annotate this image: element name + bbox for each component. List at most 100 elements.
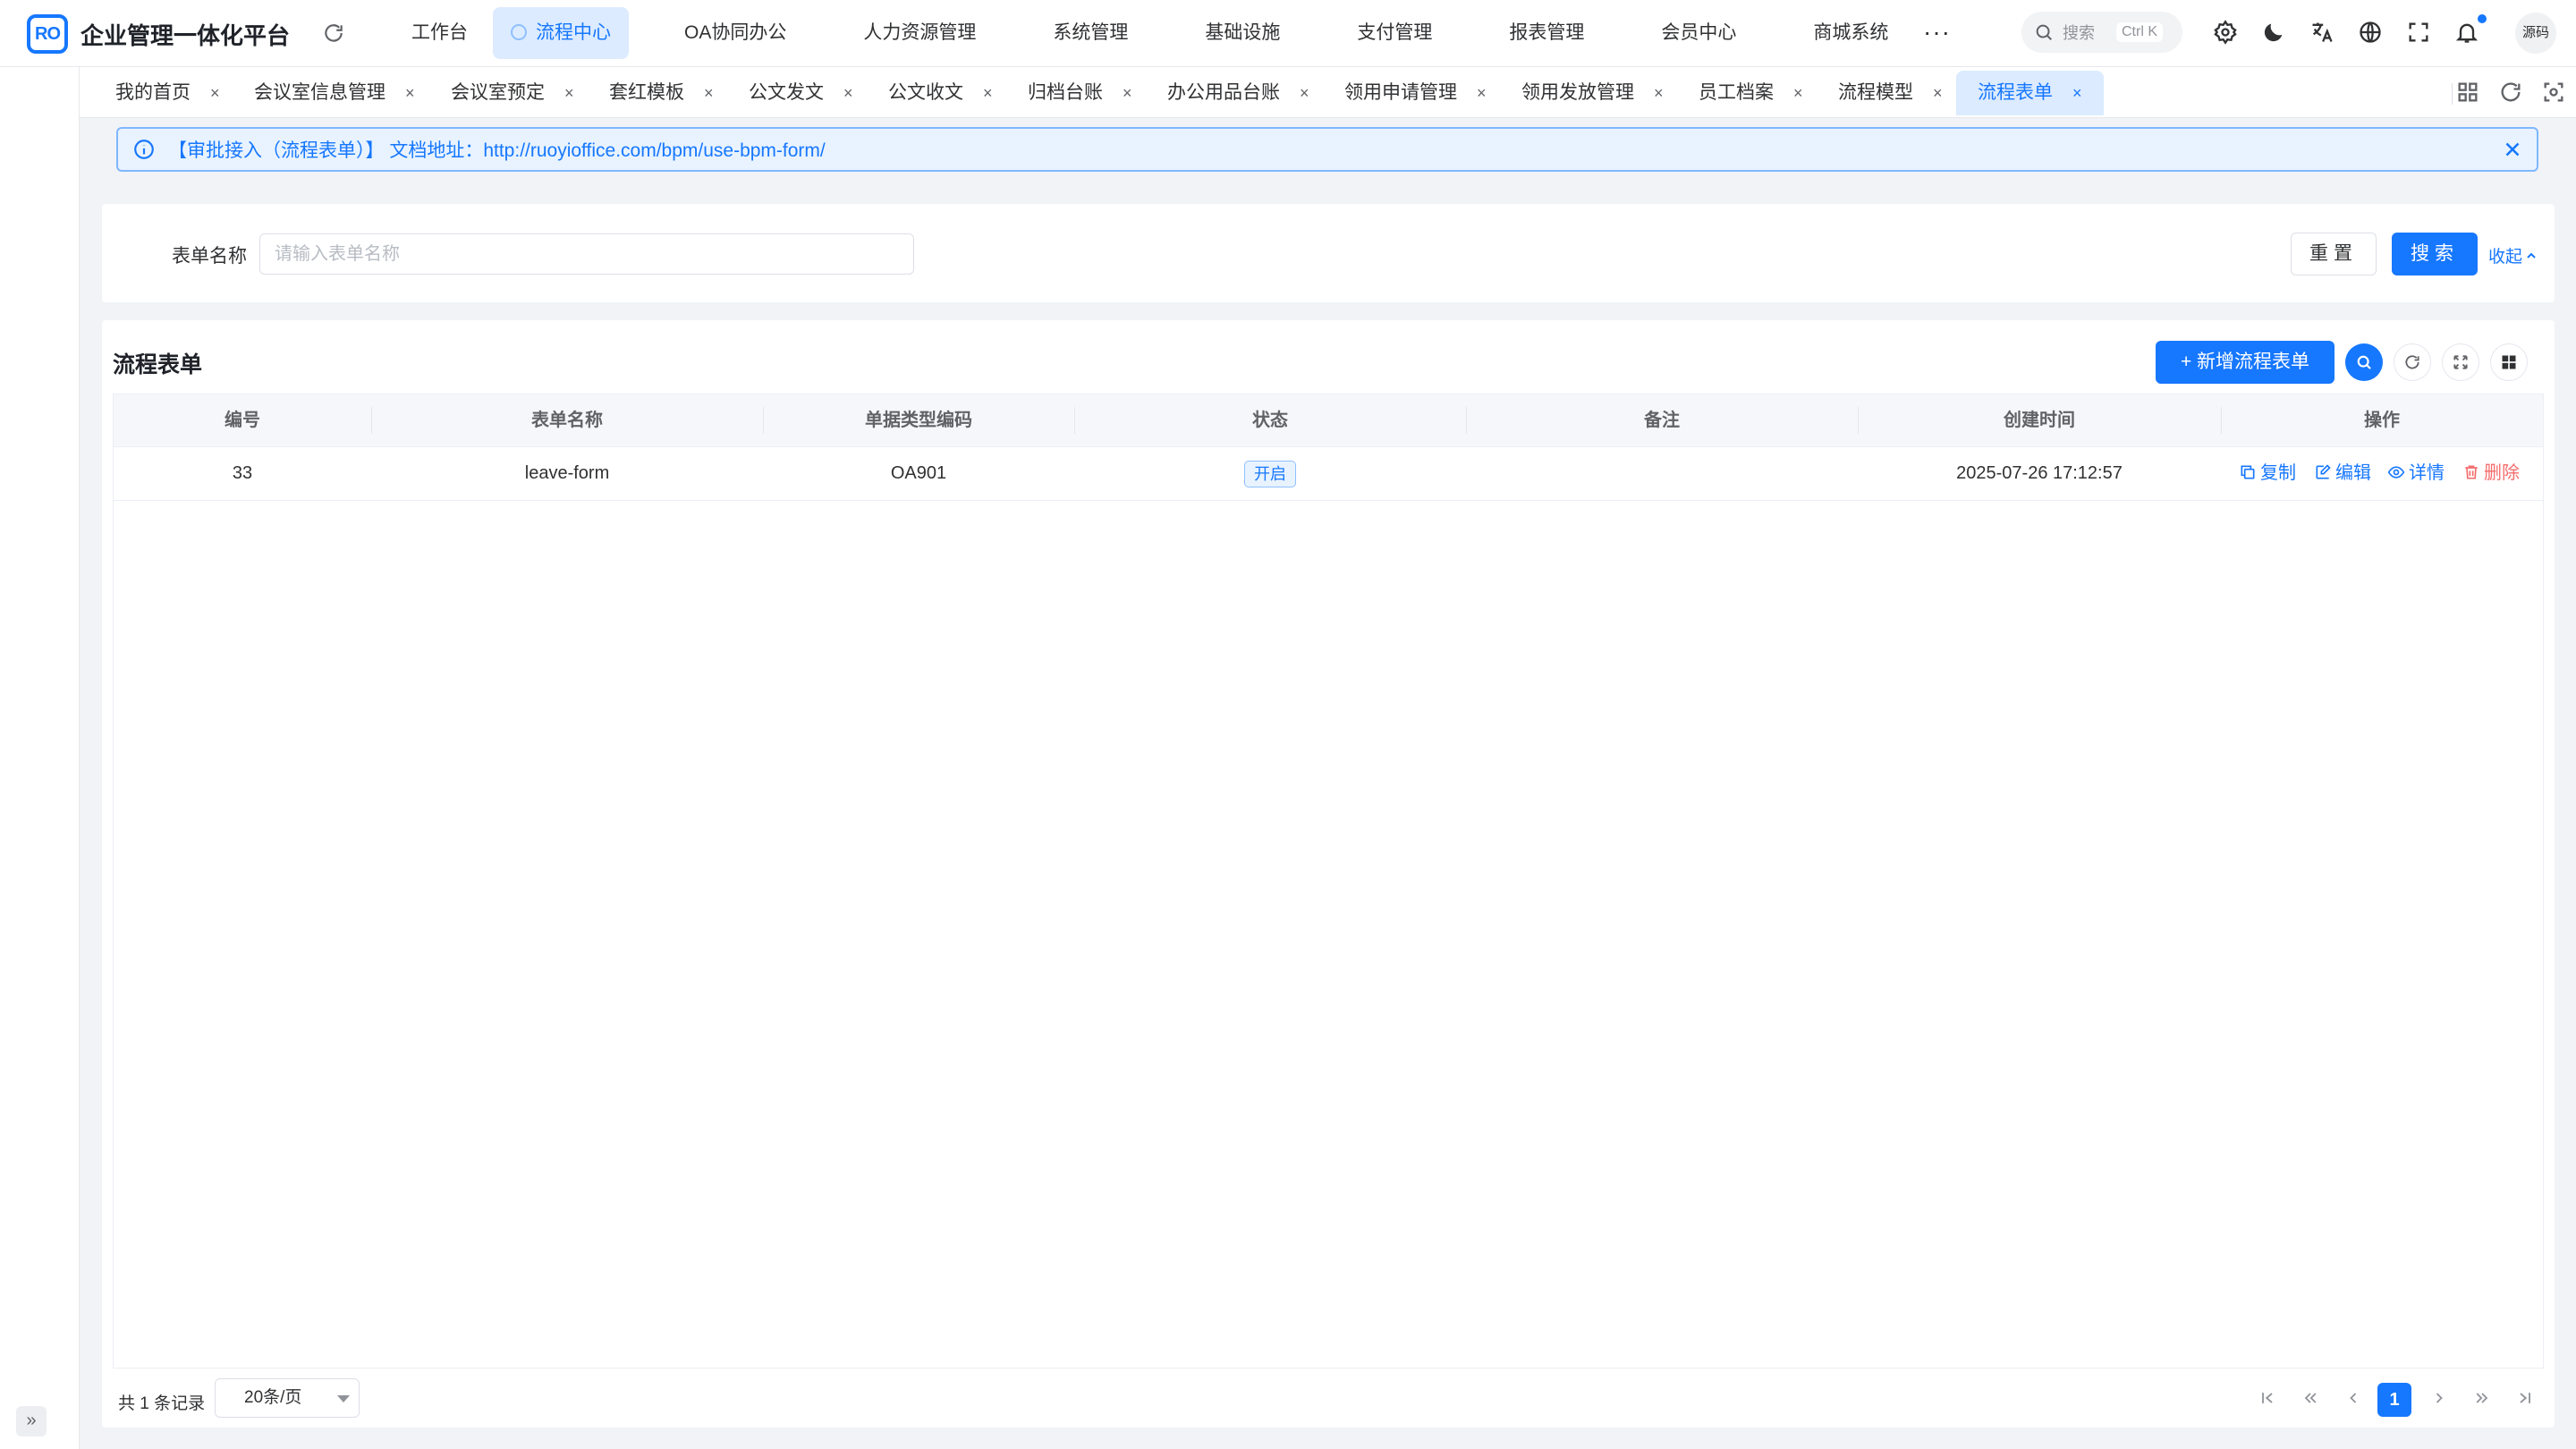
column-header-code: 单据类型编码 bbox=[865, 411, 972, 430]
search-button[interactable]: 搜索 bbox=[2392, 233, 2478, 275]
edit-button[interactable]: 编辑 bbox=[2314, 446, 2371, 500]
nav-item-mall[interactable]: 商城系统 bbox=[1795, 7, 1906, 59]
form-name-label: 表单名称 bbox=[172, 246, 247, 267]
edit-label: 编辑 bbox=[2335, 463, 2371, 483]
table-refresh-button[interactable] bbox=[2394, 343, 2431, 381]
docs-alert: 【审批接入（流程表单）】 文档地址：http://ruoyioffice.com… bbox=[116, 127, 2538, 172]
top-header: RO 企业管理一体化平台 工作台 流程中心 OA协同办公 人力资源管理 系统管理… bbox=[0, 0, 2576, 67]
alert-text[interactable]: 【审批接入（流程表单）】 文档地址：http://ruoyioffice.com… bbox=[168, 136, 826, 163]
close-icon[interactable]: × bbox=[704, 84, 714, 102]
tab-employee-archive[interactable]: 员工档案 × bbox=[1699, 71, 1803, 115]
first-page-button[interactable] bbox=[2252, 1383, 2283, 1413]
more-menu-icon[interactable]: ··· bbox=[1923, 18, 1951, 47]
tab-label: 流程表单 bbox=[1978, 82, 2053, 103]
last-page-button[interactable] bbox=[2510, 1383, 2540, 1413]
close-icon[interactable]: × bbox=[843, 84, 853, 102]
tab-red-template[interactable]: 套红模板 × bbox=[609, 71, 714, 115]
cell-created: 2025-07-26 17:12:57 bbox=[1956, 463, 2123, 483]
tabs-grid-icon[interactable] bbox=[2455, 80, 2480, 105]
form-name-input[interactable] bbox=[259, 233, 914, 275]
next-page-button[interactable] bbox=[2424, 1383, 2454, 1413]
tab-meeting-room-info[interactable]: 会议室信息管理 × bbox=[254, 71, 415, 115]
table-fullscreen-button[interactable] bbox=[2442, 343, 2479, 381]
nav-item-workbench[interactable]: 工作台 bbox=[394, 7, 486, 59]
reset-button[interactable]: 重置 bbox=[2291, 233, 2377, 275]
close-icon[interactable]: × bbox=[1477, 84, 1487, 102]
edit-icon bbox=[2316, 464, 2331, 479]
page-1-button[interactable]: 1 bbox=[2377, 1383, 2411, 1417]
nav-item-payment[interactable]: 支付管理 bbox=[1339, 7, 1450, 59]
add-process-form-button[interactable]: + 新增流程表单 bbox=[2156, 341, 2334, 384]
tab-label: 领用发放管理 bbox=[1521, 82, 1634, 103]
tab-label: 会议室信息管理 bbox=[254, 82, 386, 103]
prev-group-button[interactable] bbox=[2295, 1383, 2326, 1413]
refresh-icon bbox=[2405, 355, 2419, 369]
expand-sidebar-icon[interactable]: » bbox=[16, 1406, 47, 1436]
tabs-screenshot-icon[interactable] bbox=[2541, 80, 2566, 105]
tab-process-model[interactable]: 流程模型 × bbox=[1838, 71, 1943, 115]
notification-bell-icon[interactable] bbox=[2454, 20, 2479, 45]
settings-gear-icon[interactable] bbox=[2213, 20, 2238, 45]
page-size-select[interactable]: 20条/页 bbox=[215, 1378, 360, 1418]
columns-grid-icon bbox=[2502, 355, 2516, 369]
close-icon[interactable] bbox=[2501, 138, 2524, 161]
tab-meeting-booking[interactable]: 会议室预定 × bbox=[451, 71, 574, 115]
tab-requisition-issue[interactable]: 领用发放管理 × bbox=[1521, 71, 1664, 115]
user-avatar[interactable]: 源码 bbox=[2515, 13, 2556, 54]
tab-doc-receive[interactable]: 公文收文 × bbox=[888, 71, 993, 115]
global-search[interactable]: 搜索 Ctrl K bbox=[2021, 12, 2182, 53]
fullscreen-icon[interactable] bbox=[2406, 20, 2431, 45]
nav-item-label: 报表管理 bbox=[1509, 22, 1585, 43]
nav-item-process-center[interactable]: 流程中心 bbox=[493, 7, 629, 59]
chevron-up-icon bbox=[2527, 252, 2536, 258]
tab-doc-send[interactable]: 公文发文 × bbox=[749, 71, 853, 115]
close-icon[interactable]: × bbox=[210, 84, 220, 102]
tab-requisition-apply[interactable]: 领用申请管理 × bbox=[1344, 71, 1487, 115]
tab-archive-ledger[interactable]: 归档台账 × bbox=[1028, 71, 1132, 115]
collapse-toggle[interactable]: 收起 bbox=[2488, 243, 2538, 267]
copy-button[interactable]: 复制 bbox=[2239, 446, 2296, 500]
close-icon[interactable]: × bbox=[1123, 84, 1132, 102]
nav-item-hr[interactable]: 人力资源管理 bbox=[845, 7, 994, 59]
nav-item-label: 基础设施 bbox=[1205, 22, 1281, 43]
app-title: 企业管理一体化平台 bbox=[80, 22, 291, 49]
tab-home[interactable]: 我的首页 × bbox=[115, 71, 220, 115]
nav-item-member[interactable]: 会员中心 bbox=[1643, 7, 1754, 59]
column-header-created: 创建时间 bbox=[2004, 411, 2075, 430]
table-title: 流程表单 bbox=[113, 352, 203, 377]
close-icon[interactable]: × bbox=[2072, 84, 2082, 102]
dark-mode-moon-icon[interactable] bbox=[2261, 20, 2286, 45]
next-group-button[interactable] bbox=[2467, 1383, 2497, 1413]
nav-item-label: 系统管理 bbox=[1053, 22, 1129, 43]
detail-button[interactable]: 详情 bbox=[2387, 446, 2445, 500]
column-settings-button[interactable] bbox=[2490, 343, 2528, 381]
tab-label: 公文收文 bbox=[888, 82, 963, 103]
close-icon[interactable]: × bbox=[564, 84, 574, 102]
nav-item-infra[interactable]: 基础设施 bbox=[1187, 7, 1298, 59]
close-icon[interactable]: × bbox=[1793, 84, 1803, 102]
close-icon[interactable]: × bbox=[1300, 84, 1309, 102]
nav-item-system[interactable]: 系统管理 bbox=[1035, 7, 1146, 59]
tab-label: 会议室预定 bbox=[451, 82, 545, 103]
refresh-icon[interactable] bbox=[322, 21, 345, 45]
close-icon[interactable]: × bbox=[1933, 84, 1943, 102]
tab-process-form[interactable]: 流程表单 × bbox=[1956, 71, 2104, 115]
tabs-refresh-icon[interactable] bbox=[2498, 80, 2523, 105]
nav-item-report[interactable]: 报表管理 bbox=[1491, 7, 1602, 59]
delete-button[interactable]: 删除 bbox=[2462, 446, 2520, 500]
nav-item-label: 工作台 bbox=[411, 22, 468, 43]
tab-office-supplies[interactable]: 办公用品台账 × bbox=[1167, 71, 1309, 115]
toggle-search-button[interactable] bbox=[2345, 343, 2383, 381]
search-shortcut: Ctrl K bbox=[2116, 22, 2163, 42]
translate-icon[interactable] bbox=[2309, 20, 2334, 45]
close-icon[interactable]: × bbox=[983, 84, 993, 102]
globe-icon[interactable] bbox=[2358, 20, 2383, 45]
first-page-icon bbox=[2262, 1393, 2273, 1403]
nav-item-oa[interactable]: OA协同办公 bbox=[666, 7, 804, 59]
prev-page-button[interactable] bbox=[2338, 1383, 2368, 1413]
app-logo[interactable]: RO bbox=[27, 14, 68, 54]
tab-label: 我的首页 bbox=[115, 82, 191, 103]
close-icon[interactable]: × bbox=[1654, 84, 1664, 102]
process-form-table: 编号 表单名称 单据类型编码 状态 备注 创建时间 操作 33 leave-fo… bbox=[113, 394, 2544, 1368]
close-icon[interactable]: × bbox=[405, 84, 415, 102]
